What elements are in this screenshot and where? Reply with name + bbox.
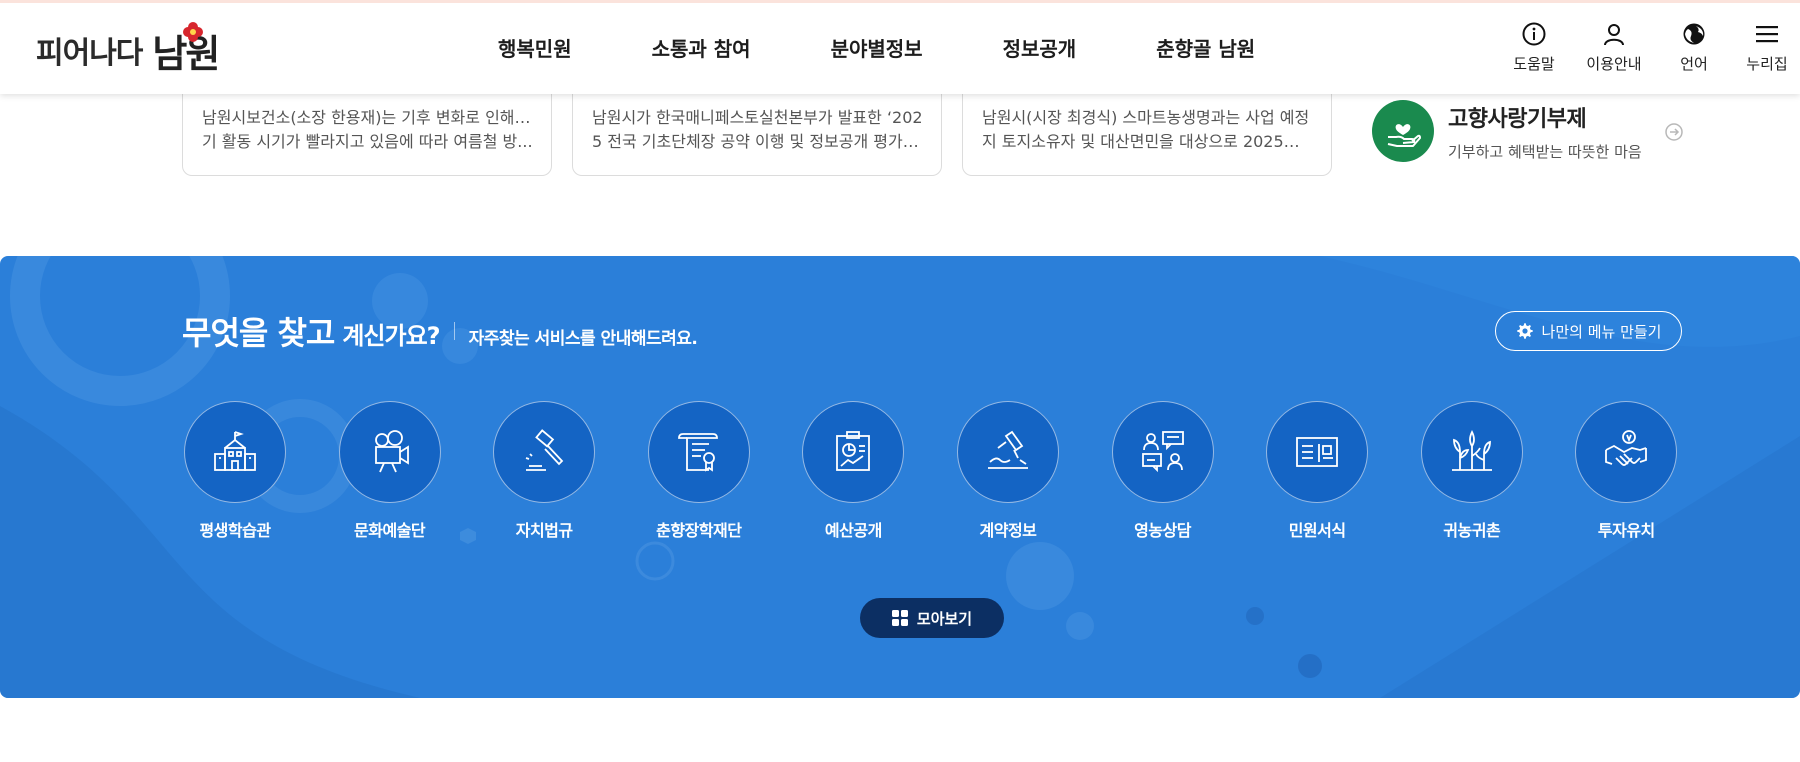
logo-city-name: 남원 [152, 21, 220, 78]
service-contract-info[interactable]: 계약정보 [956, 401, 1059, 541]
service-circle [647, 401, 750, 503]
service-scholarship-foundation[interactable]: 춘향장학재단 [647, 401, 750, 541]
language-label: 언어 [1680, 55, 1708, 73]
gavel-icon [525, 429, 564, 471]
user-icon [1604, 24, 1624, 46]
service-label: 영농상담 [1134, 521, 1191, 540]
service-circle [184, 401, 286, 503]
globe-icon [1683, 23, 1705, 45]
service-circle [1266, 401, 1369, 503]
sprout-icon [1451, 429, 1492, 471]
gnb-item-info-disclosure[interactable]: 정보공개 [1003, 33, 1077, 62]
help-button[interactable]: 도움말 [1494, 21, 1574, 74]
main-navigation: 행복민원 소통과 참여 분야별정보 정보공개 춘향골 남원 [498, 33, 1335, 62]
service-label: 문화예술단 [354, 521, 426, 540]
donation-title: 고향사랑기부제 [1448, 106, 1587, 132]
service-label: 민원서식 [1288, 521, 1346, 540]
service-list: 평생학습관 문화예술단 자치법규 춘향장학재단 예산공개 계약정보 영농상담 민… [184, 401, 1678, 541]
service-return-to-farm[interactable]: 귀농귀촌 [1420, 401, 1523, 541]
site-menu-label: 누리집 [1746, 55, 1788, 73]
arrow-right-circle-icon[interactable] [1664, 122, 1684, 142]
section-title-main: 무엇을 찾고 [182, 314, 335, 352]
gnb-item-communication[interactable]: 소통과 참여 [652, 33, 751, 62]
service-circle [338, 401, 441, 503]
service-local-laws[interactable]: 자치법규 [493, 401, 596, 541]
grid-icon [891, 610, 908, 626]
menu-icon [1756, 26, 1778, 43]
service-farming-consultation[interactable]: 영농상담 [1111, 401, 1214, 541]
handshake-icon [1605, 430, 1648, 466]
usage-guide-button[interactable]: 이용안내 [1574, 21, 1654, 74]
usage-guide-label: 이용안내 [1586, 55, 1642, 73]
news-card[interactable]: 남원시보건소(소장 한용재)는 기후 변화로 인해 모 기 활동 시기가 빨라지… [182, 80, 552, 176]
news-card-line: 5 전국 기초단체장 공약 이행 및 정보공개 평가’ ... [592, 132, 923, 151]
logo-slogan: 피어나다 [36, 36, 143, 71]
heart-hand-icon [1372, 100, 1434, 162]
gnb-item-happy-civil[interactable]: 행복민원 [498, 33, 572, 62]
flower-icon [183, 21, 204, 42]
section-description: 자주찾는 서비스를 안내해드려요. [468, 329, 698, 349]
service-budget-disclosure[interactable]: 예산공개 [802, 401, 905, 541]
utility-menu: 도움말 이용안내 언어 누리집 [1494, 21, 1800, 74]
service-label: 예산공개 [824, 521, 882, 540]
my-menu-label: 나만의 메뉴 만들기 [1541, 322, 1662, 341]
news-card-text: 남원시보건소(소장 한용재)는 기후 변화로 인해 모 기 활동 시기가 빨라지… [202, 106, 533, 154]
contract-sign-icon [987, 430, 1028, 469]
service-label: 귀농귀촌 [1443, 521, 1501, 540]
gnb-item-field-info[interactable]: 분야별정보 [831, 33, 923, 62]
view-all-label: 모아보기 [916, 609, 973, 628]
gnb-item-chunhyang-namwon[interactable]: 춘향골 남원 [1156, 33, 1255, 62]
news-card-text: 남원시(시장 최경식) 스마트농생명과는 사업 예정 지 토지소유자 및 대산면… [982, 106, 1313, 154]
service-circle [1111, 401, 1214, 503]
news-card-line: 남원시(시장 최경식) 스마트농생명과는 사업 예정 [982, 108, 1310, 127]
service-circle [802, 401, 905, 503]
donation-subtitle: 기부하고 혜택받는 따뜻한 마음 [1448, 142, 1642, 161]
info-icon [1522, 22, 1546, 46]
certificate-icon [677, 433, 718, 472]
school-icon [214, 431, 256, 471]
my-menu-button[interactable]: 나만의 메뉴 만들기 [1495, 311, 1682, 351]
news-card-line: 기 활동 시기가 빨라지고 있음에 따라 여름철 방... [202, 132, 533, 151]
form-document-icon [1296, 437, 1339, 467]
section-title: 무엇을 찾고 계신가요? 자주찾는 서비스를 안내해드려요. [182, 308, 698, 354]
news-card[interactable]: 남원시(시장 최경식) 스마트농생명과는 사업 예정 지 토지소유자 및 대산면… [962, 80, 1332, 176]
language-button[interactable]: 언어 [1654, 21, 1734, 74]
help-label: 도움말 [1513, 55, 1555, 73]
service-circle [493, 401, 596, 503]
service-label: 춘향장학재단 [656, 521, 742, 540]
budget-chart-icon [836, 431, 871, 471]
service-circle [956, 401, 1059, 503]
service-label: 평생학습관 [199, 521, 271, 540]
site-menu-button[interactable]: 누리집 [1734, 21, 1800, 74]
view-all-button[interactable]: 모아보기 [860, 598, 1004, 638]
news-card-line: 남원시보건소(소장 한용재)는 기후 변화로 인해 모 [202, 108, 533, 127]
site-logo[interactable]: 피어나다 남원 [36, 21, 220, 78]
service-circle [1575, 401, 1678, 503]
consultation-icon [1141, 431, 1184, 473]
section-title-sub: 계신가요? [342, 322, 440, 350]
video-camera-icon [374, 430, 409, 473]
news-card-line: 남원시가 한국매니페스토실천본부가 발표한 ‘202 [592, 108, 923, 127]
service-lifelong-learning[interactable]: 평생학습관 [184, 401, 286, 541]
service-investment-attraction[interactable]: 투자유치 [1575, 401, 1678, 541]
service-label: 투자유치 [1597, 521, 1655, 540]
service-label: 계약정보 [979, 521, 1037, 540]
service-civil-forms[interactable]: 민원서식 [1266, 401, 1369, 541]
service-label: 자치법규 [515, 521, 573, 540]
donation-text: 고향사랑기부제 기부하고 혜택받는 따뜻한 마음 [1448, 101, 1642, 162]
hometown-donation-link[interactable]: 고향사랑기부제 기부하고 혜택받는 따뜻한 마음 [1372, 100, 1672, 162]
title-divider [453, 322, 455, 340]
service-circle [1420, 401, 1523, 503]
news-card-line: 지 토지소유자 및 대산면민을 대상으로 2025년 ... [982, 132, 1313, 151]
service-arts-troupe[interactable]: 문화예술단 [338, 401, 441, 541]
gear-icon [1516, 323, 1533, 339]
news-card[interactable]: 남원시가 한국매니페스토실천본부가 발표한 ‘202 5 전국 기초단체장 공약… [572, 80, 942, 176]
news-card-text: 남원시가 한국매니페스토실천본부가 발표한 ‘202 5 전국 기초단체장 공약… [592, 106, 923, 154]
frequent-services-section: 무엇을 찾고 계신가요? 자주찾는 서비스를 안내해드려요. 나만의 메뉴 만들… [0, 256, 1800, 698]
site-header: 피어나다 남원 행복민원 소통과 참여 분야별정보 정보공개 춘향골 남원 도움… [0, 0, 1800, 94]
